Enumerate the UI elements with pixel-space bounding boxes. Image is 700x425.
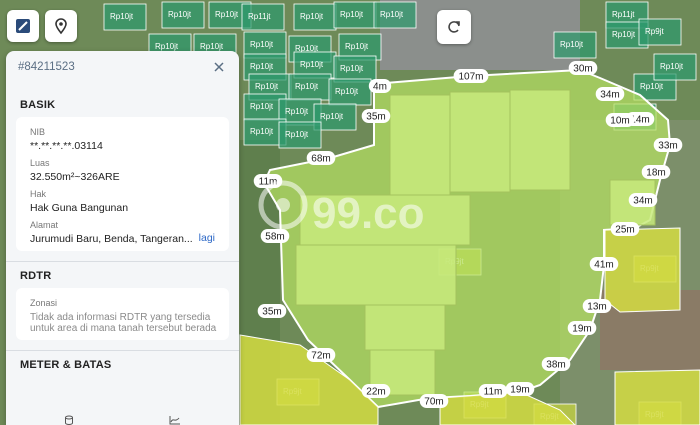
section-divider <box>6 261 239 262</box>
measurement-label: 18m <box>646 168 665 179</box>
parcel-price-label: Rp10jt <box>560 40 584 49</box>
map-pin-icon <box>55 18 67 35</box>
parcel-price-label: Rp10jt <box>612 30 636 39</box>
measurement-label: 33m <box>658 141 677 152</box>
chart-icon[interactable] <box>169 415 181 425</box>
zonasi-label: Zonasi <box>30 298 58 308</box>
alamat-value: Jurumudi Baru, Benda, Tangeran... <box>30 233 193 245</box>
parcel-price-label: Rp10jt <box>660 62 684 71</box>
parcel-price-label: Rp10jt <box>215 10 239 19</box>
parcel-price-label: Rp10jt <box>345 42 369 51</box>
parcel-price-label: Rp10jt <box>250 127 274 136</box>
hak-label: Hak <box>30 189 47 199</box>
parcel-price-label: Rp10jt <box>255 82 279 91</box>
measurement-label: 38m <box>546 360 565 371</box>
measurement-label: 4m <box>373 82 387 93</box>
parcel-price-label: Rp10jt <box>250 102 274 111</box>
measurement-label: 13m <box>587 302 606 313</box>
parcel-detail-panel: #84211523 BASIK NIB **.**.**.**.03114 Lu… <box>6 51 239 425</box>
close-icon <box>214 62 224 72</box>
measurement-label: 25m <box>615 225 634 236</box>
parcel-price-label: Rp10jt <box>110 12 134 21</box>
measurement-label: 10m <box>610 116 629 127</box>
measurement-label: 35m <box>366 112 385 123</box>
parcel-price-label: Rp10jt <box>285 130 309 139</box>
parcel-price-label: Rp10jt <box>340 10 364 19</box>
measurement-label: 30m <box>573 64 592 75</box>
location-button[interactable] <box>45 10 77 42</box>
nib-label: NIB <box>30 127 46 137</box>
rdtr-title: RDTR <box>20 270 52 282</box>
watermark-text: 99.co <box>312 189 425 238</box>
nib-value: **.**.**.**.03114 <box>30 140 103 152</box>
layers-button[interactable] <box>7 10 39 42</box>
parcel-price-label: Rp10jt <box>285 107 309 116</box>
meter-batas-title: METER & BATAS <box>20 359 112 371</box>
parcel-price-label: Rp10jt <box>640 82 664 91</box>
section-divider-2 <box>6 350 239 351</box>
measurement-label: 72m <box>311 351 330 362</box>
basik-card: NIB **.**.**.**.03114 Luas 32.550m²~326A… <box>16 117 229 251</box>
parcel-price-label: Rp10jt <box>168 10 192 19</box>
parcel-price-label: Rp10jt <box>200 42 224 51</box>
parcel-price-label: Rp10jt <box>340 64 364 73</box>
parcel-price-label: Rp10jt <box>335 87 359 96</box>
parcel-price-label: Rp9jt <box>645 27 664 36</box>
parcel-price-label: Rp10jt <box>155 42 179 51</box>
parcel-price-label: Rp10jt <box>250 62 274 71</box>
refresh-button[interactable] <box>437 10 471 44</box>
measurement-label: 58m <box>265 232 284 243</box>
basik-title: BASIK <box>20 99 56 111</box>
measurement-label: 35m <box>262 307 281 318</box>
rdtr-card: Zonasi Tidak ada informasi RDTR yang ter… <box>16 288 229 340</box>
measurement-label: 19m <box>572 324 591 335</box>
parcel-price-label: Rp10jt <box>320 112 344 121</box>
hak-value: Hak Guna Bangunan <box>30 202 129 214</box>
luas-value: 32.550m²~326ARE <box>30 171 120 183</box>
measurement-label: 34m <box>600 90 619 101</box>
parcel-id: #84211523 <box>18 61 75 73</box>
alamat-more-link[interactable]: lagi <box>199 232 215 244</box>
parcel-price-label: Rp10jt <box>295 82 319 91</box>
parcel-price-label: Rp10jt <box>300 60 324 69</box>
zonasi-text: Tidak ada informasi RDTR yang tersedia u… <box>30 312 217 334</box>
measurement-label: 22m <box>366 387 385 398</box>
alamat-label: Alamat <box>30 220 59 230</box>
panel-bottom-icons <box>6 413 239 425</box>
luas-label: Luas <box>30 158 50 168</box>
measurement-label: 68m <box>311 154 330 165</box>
parcel-price-label: Rp10jt <box>380 10 404 19</box>
close-button[interactable] <box>211 59 227 75</box>
measurement-label: 107m <box>458 72 483 83</box>
parcel-price-label: Rp11jt <box>612 10 635 19</box>
measurement-label: 19m <box>510 385 529 396</box>
measurement-label: 41m <box>594 260 613 271</box>
parcel-price-label: Rp10jt <box>250 40 274 49</box>
refresh-icon <box>448 21 460 33</box>
measurement-label: 70m <box>424 397 443 408</box>
database-icon[interactable] <box>64 415 74 425</box>
parcel-price-label: Rp11jt <box>248 12 271 21</box>
parcel-price-label: Rp10jt <box>300 12 324 21</box>
measurement-label: 11m <box>484 387 503 398</box>
measurement-label: 34m <box>633 196 652 207</box>
layers-icon <box>16 19 30 33</box>
